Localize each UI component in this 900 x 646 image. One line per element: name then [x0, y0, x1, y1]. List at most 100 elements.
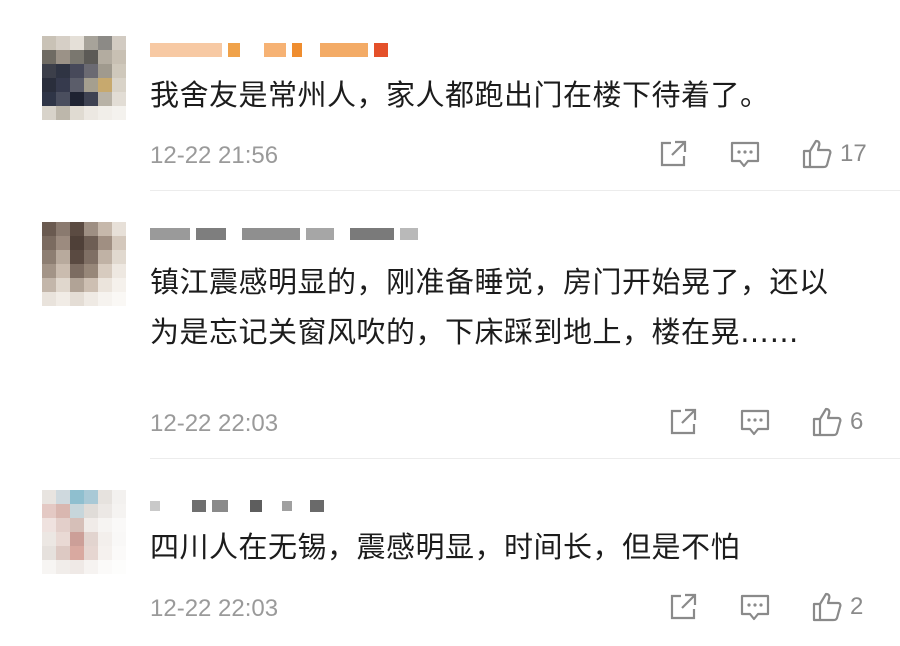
avatar-pixel — [112, 518, 126, 532]
avatar-pixel — [42, 36, 56, 50]
avatar[interactable] — [42, 222, 126, 306]
avatar-pixel — [56, 222, 70, 236]
avatar-pixel — [70, 78, 84, 92]
avatar-pixel — [70, 560, 84, 574]
avatar-pixel — [42, 560, 56, 574]
divider — [150, 458, 900, 459]
comment-timestamp: 12-22 22:03 — [150, 595, 279, 622]
username-redacted[interactable] — [150, 494, 330, 518]
avatar-pixel — [70, 518, 84, 532]
avatar-pixel — [56, 64, 70, 78]
avatar-pixel — [70, 546, 84, 560]
avatar-pixel — [112, 490, 126, 504]
avatar-pixel — [70, 106, 84, 120]
avatar-pixel — [112, 292, 126, 306]
avatar-pixel — [112, 50, 126, 64]
avatar-pixel — [56, 504, 70, 518]
avatar-pixel — [98, 250, 112, 264]
comment-timestamp: 12-22 21:56 — [150, 142, 279, 169]
avatar-pixel — [70, 292, 84, 306]
avatar-pixel — [84, 78, 98, 92]
avatar-pixel — [84, 36, 98, 50]
like-count: 17 — [840, 140, 867, 167]
avatar-pixel — [112, 560, 126, 574]
avatar-pixel — [70, 92, 84, 106]
avatar-pixel — [56, 518, 70, 532]
avatar-pixel — [42, 64, 56, 78]
avatar-pixel — [70, 490, 84, 504]
avatar-pixel — [98, 222, 112, 236]
avatar-pixel — [42, 532, 56, 546]
avatar[interactable] — [42, 36, 126, 120]
thumbs-up-icon[interactable] — [810, 405, 844, 439]
share-icon[interactable] — [666, 405, 700, 439]
avatar-pixel — [70, 532, 84, 546]
avatar-pixel — [42, 518, 56, 532]
avatar-pixel — [84, 490, 98, 504]
comment-text: 我舍友是常州人，家人都跑出门在楼下待着了。 — [150, 78, 770, 112]
avatar-pixel — [112, 532, 126, 546]
like-count: 6 — [850, 408, 864, 435]
avatar-pixel — [112, 504, 126, 518]
avatar-pixel — [42, 92, 56, 106]
avatar-pixel — [56, 490, 70, 504]
avatar-pixel — [56, 532, 70, 546]
avatar-pixel — [42, 490, 56, 504]
avatar-pixel — [42, 236, 56, 250]
thumbs-up-icon[interactable] — [810, 590, 844, 624]
avatar-pixel — [84, 292, 98, 306]
avatar-pixel — [84, 560, 98, 574]
avatar-pixel — [56, 546, 70, 560]
avatar-pixel — [98, 236, 112, 250]
avatar-pixel — [98, 50, 112, 64]
avatar-pixel — [84, 264, 98, 278]
avatar-pixel — [84, 64, 98, 78]
avatar-pixel — [42, 504, 56, 518]
avatar-pixel — [112, 222, 126, 236]
avatar-pixel — [42, 264, 56, 278]
avatar-pixel — [112, 64, 126, 78]
avatar-pixel — [84, 518, 98, 532]
comment-text: 四川人在无锡，震感明显，时间长，但是不怕 — [150, 530, 741, 564]
avatar-pixel — [112, 92, 126, 106]
avatar[interactable] — [42, 490, 126, 574]
avatar-pixel — [98, 292, 112, 306]
avatar-pixel — [70, 264, 84, 278]
avatar-pixel — [98, 78, 112, 92]
avatar-pixel — [98, 490, 112, 504]
avatar-pixel — [112, 278, 126, 292]
avatar-pixel — [112, 36, 126, 50]
avatar-pixel — [112, 78, 126, 92]
avatar-pixel — [56, 560, 70, 574]
avatar-pixel — [84, 532, 98, 546]
username-redacted[interactable] — [150, 222, 424, 246]
reply-icon[interactable] — [738, 590, 772, 624]
avatar-pixel — [42, 250, 56, 264]
reply-icon[interactable] — [728, 137, 762, 171]
avatar-pixel — [56, 278, 70, 292]
avatar-pixel — [56, 106, 70, 120]
comment-actions: 2 — [666, 590, 863, 624]
share-icon[interactable] — [666, 590, 700, 624]
reply-icon[interactable] — [738, 405, 772, 439]
thumbs-up-icon[interactable] — [800, 137, 834, 171]
avatar-pixel — [70, 50, 84, 64]
avatar-pixel — [84, 546, 98, 560]
avatar-pixel — [112, 250, 126, 264]
avatar-pixel — [70, 36, 84, 50]
avatar-pixel — [112, 236, 126, 250]
avatar-pixel — [70, 278, 84, 292]
avatar-pixel — [84, 236, 98, 250]
avatar-pixel — [98, 518, 112, 532]
avatar-pixel — [56, 264, 70, 278]
avatar-pixel — [98, 532, 112, 546]
share-icon[interactable] — [656, 137, 690, 171]
comment-actions: 6 — [666, 405, 863, 439]
username-redacted[interactable] — [150, 38, 394, 62]
avatar-pixel — [98, 36, 112, 50]
avatar-pixel — [70, 222, 84, 236]
avatar-pixel — [84, 50, 98, 64]
avatar-pixel — [42, 278, 56, 292]
like-count: 2 — [850, 593, 864, 620]
comment-text: 镇江震感明显的，刚准备睡觉，房门开始晃了，还以为是忘记关窗风吹的，下床踩到地上，… — [150, 265, 829, 349]
